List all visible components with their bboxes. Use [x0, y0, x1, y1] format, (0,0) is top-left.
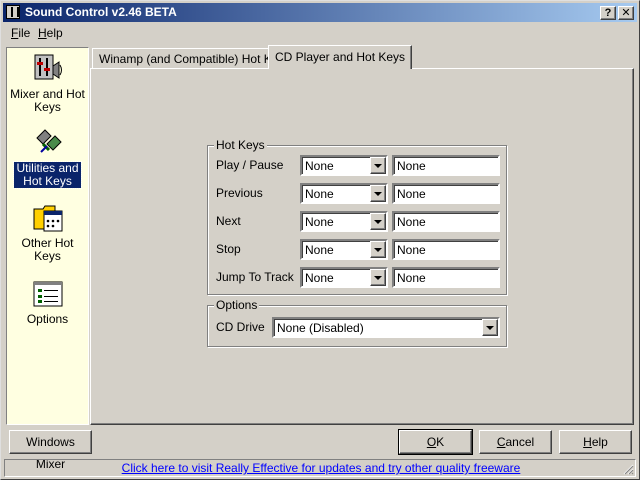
hotkey-label-stop: Stop: [216, 242, 241, 256]
hotkey-modifier-stop[interactable]: None: [300, 239, 388, 260]
status-bar: Click here to visit Really Effective for…: [4, 459, 636, 477]
other-hotkeys-icon: [33, 205, 62, 232]
sidebar-label-mixer-1: Mixer and Hot: [10, 87, 85, 101]
hotkey-label-play-pause: Play / Pause: [216, 158, 284, 172]
sidebar-label-utilities-1: Utilities and: [16, 161, 79, 175]
chevron-down-icon[interactable]: [482, 319, 498, 336]
chevron-down-icon[interactable]: [370, 213, 386, 230]
options-icon: [33, 281, 62, 307]
sidebar-label-utilities-2: Hot Keys: [23, 174, 72, 188]
hotkeys-group-label: Hot Keys: [214, 138, 267, 152]
hotkey-modifier-play-pause[interactable]: None: [300, 155, 388, 176]
help-button[interactable]: Help: [559, 430, 632, 454]
title-bar[interactable]: Sound Control v2.46 BETA ? ✕: [3, 3, 637, 22]
chevron-down-icon[interactable]: [370, 241, 386, 258]
hotkey-key-previous[interactable]: None: [392, 183, 500, 204]
chevron-down-icon[interactable]: [370, 185, 386, 202]
sidebar-item-utilities[interactable]: Utilities and Hot Keys: [7, 126, 88, 189]
cd-drive-label: CD Drive: [216, 320, 265, 334]
hotkey-label-jump-to-track: Jump To Track: [216, 270, 294, 284]
sidebar-item-mixer[interactable]: Mixer and Hot Keys: [7, 52, 88, 114]
options-group-label: Options: [214, 298, 260, 312]
cancel-button[interactable]: Cancel: [479, 430, 552, 454]
mixer-icon: [34, 54, 62, 80]
menu-file[interactable]: File: [11, 26, 30, 40]
sidebar-label-other-2: Keys: [34, 249, 61, 263]
cd-drive-select[interactable]: None (Disabled): [272, 317, 500, 338]
app-icon[interactable]: [6, 5, 20, 19]
chevron-down-icon[interactable]: [370, 269, 386, 286]
hotkey-modifier-previous[interactable]: None: [300, 183, 388, 204]
hotkey-key-stop[interactable]: None: [392, 239, 500, 260]
options-group: Options CD Drive None (Disabled): [207, 298, 507, 347]
hotkey-label-previous: Previous: [216, 186, 263, 200]
resize-grip-icon[interactable]: [622, 463, 634, 475]
sidebar-label-other-1: Other Hot: [21, 236, 74, 250]
sidebar-label-mixer-2: Keys: [34, 100, 61, 114]
sidebar-item-other-hotkeys[interactable]: Other Hot Keys: [7, 201, 88, 263]
sidebar-label-options: Options: [26, 312, 69, 326]
tab-panel-cd-player: Hot Keys Play / Pause None None Previous…: [90, 68, 634, 425]
hotkey-label-next: Next: [216, 214, 241, 228]
utilities-icon: [35, 129, 62, 153]
hotkey-key-next[interactable]: None: [392, 211, 500, 232]
tab-strip: Winamp (and Compatible) Hot Keys CD Play…: [90, 45, 630, 69]
hotkey-modifier-jump-to-track[interactable]: None: [300, 267, 388, 288]
sidebar-item-options[interactable]: Options: [7, 277, 88, 326]
menu-bar: File Help: [3, 23, 637, 43]
hotkeys-group: Hot Keys Play / Pause None None Previous…: [207, 138, 507, 295]
ok-button[interactable]: OK: [398, 429, 473, 455]
windows-mixer-button[interactable]: Windows Mixer: [9, 430, 92, 471]
sidebar: Mixer and Hot Keys Utilities and Hot Keys: [6, 47, 89, 425]
chevron-down-icon[interactable]: [370, 157, 386, 174]
hotkey-modifier-next[interactable]: None: [300, 211, 388, 232]
window-title: Sound Control v2.46 BETA: [25, 5, 177, 19]
hotkey-key-play-pause[interactable]: None: [392, 155, 500, 176]
main-window: Sound Control v2.46 BETA ? ✕ File Help M…: [0, 0, 640, 480]
help-titlebar-button[interactable]: ?: [600, 6, 616, 20]
hotkey-key-jump-to-track[interactable]: None: [392, 267, 500, 288]
tab-winamp-hotkeys[interactable]: Winamp (and Compatible) Hot Keys: [92, 48, 298, 68]
close-button[interactable]: ✕: [618, 6, 634, 20]
update-link[interactable]: Click here to visit Really Effective for…: [5, 461, 637, 475]
menu-help[interactable]: Help: [38, 26, 63, 40]
tab-cd-player-hotkeys[interactable]: CD Player and Hot Keys: [268, 45, 413, 69]
